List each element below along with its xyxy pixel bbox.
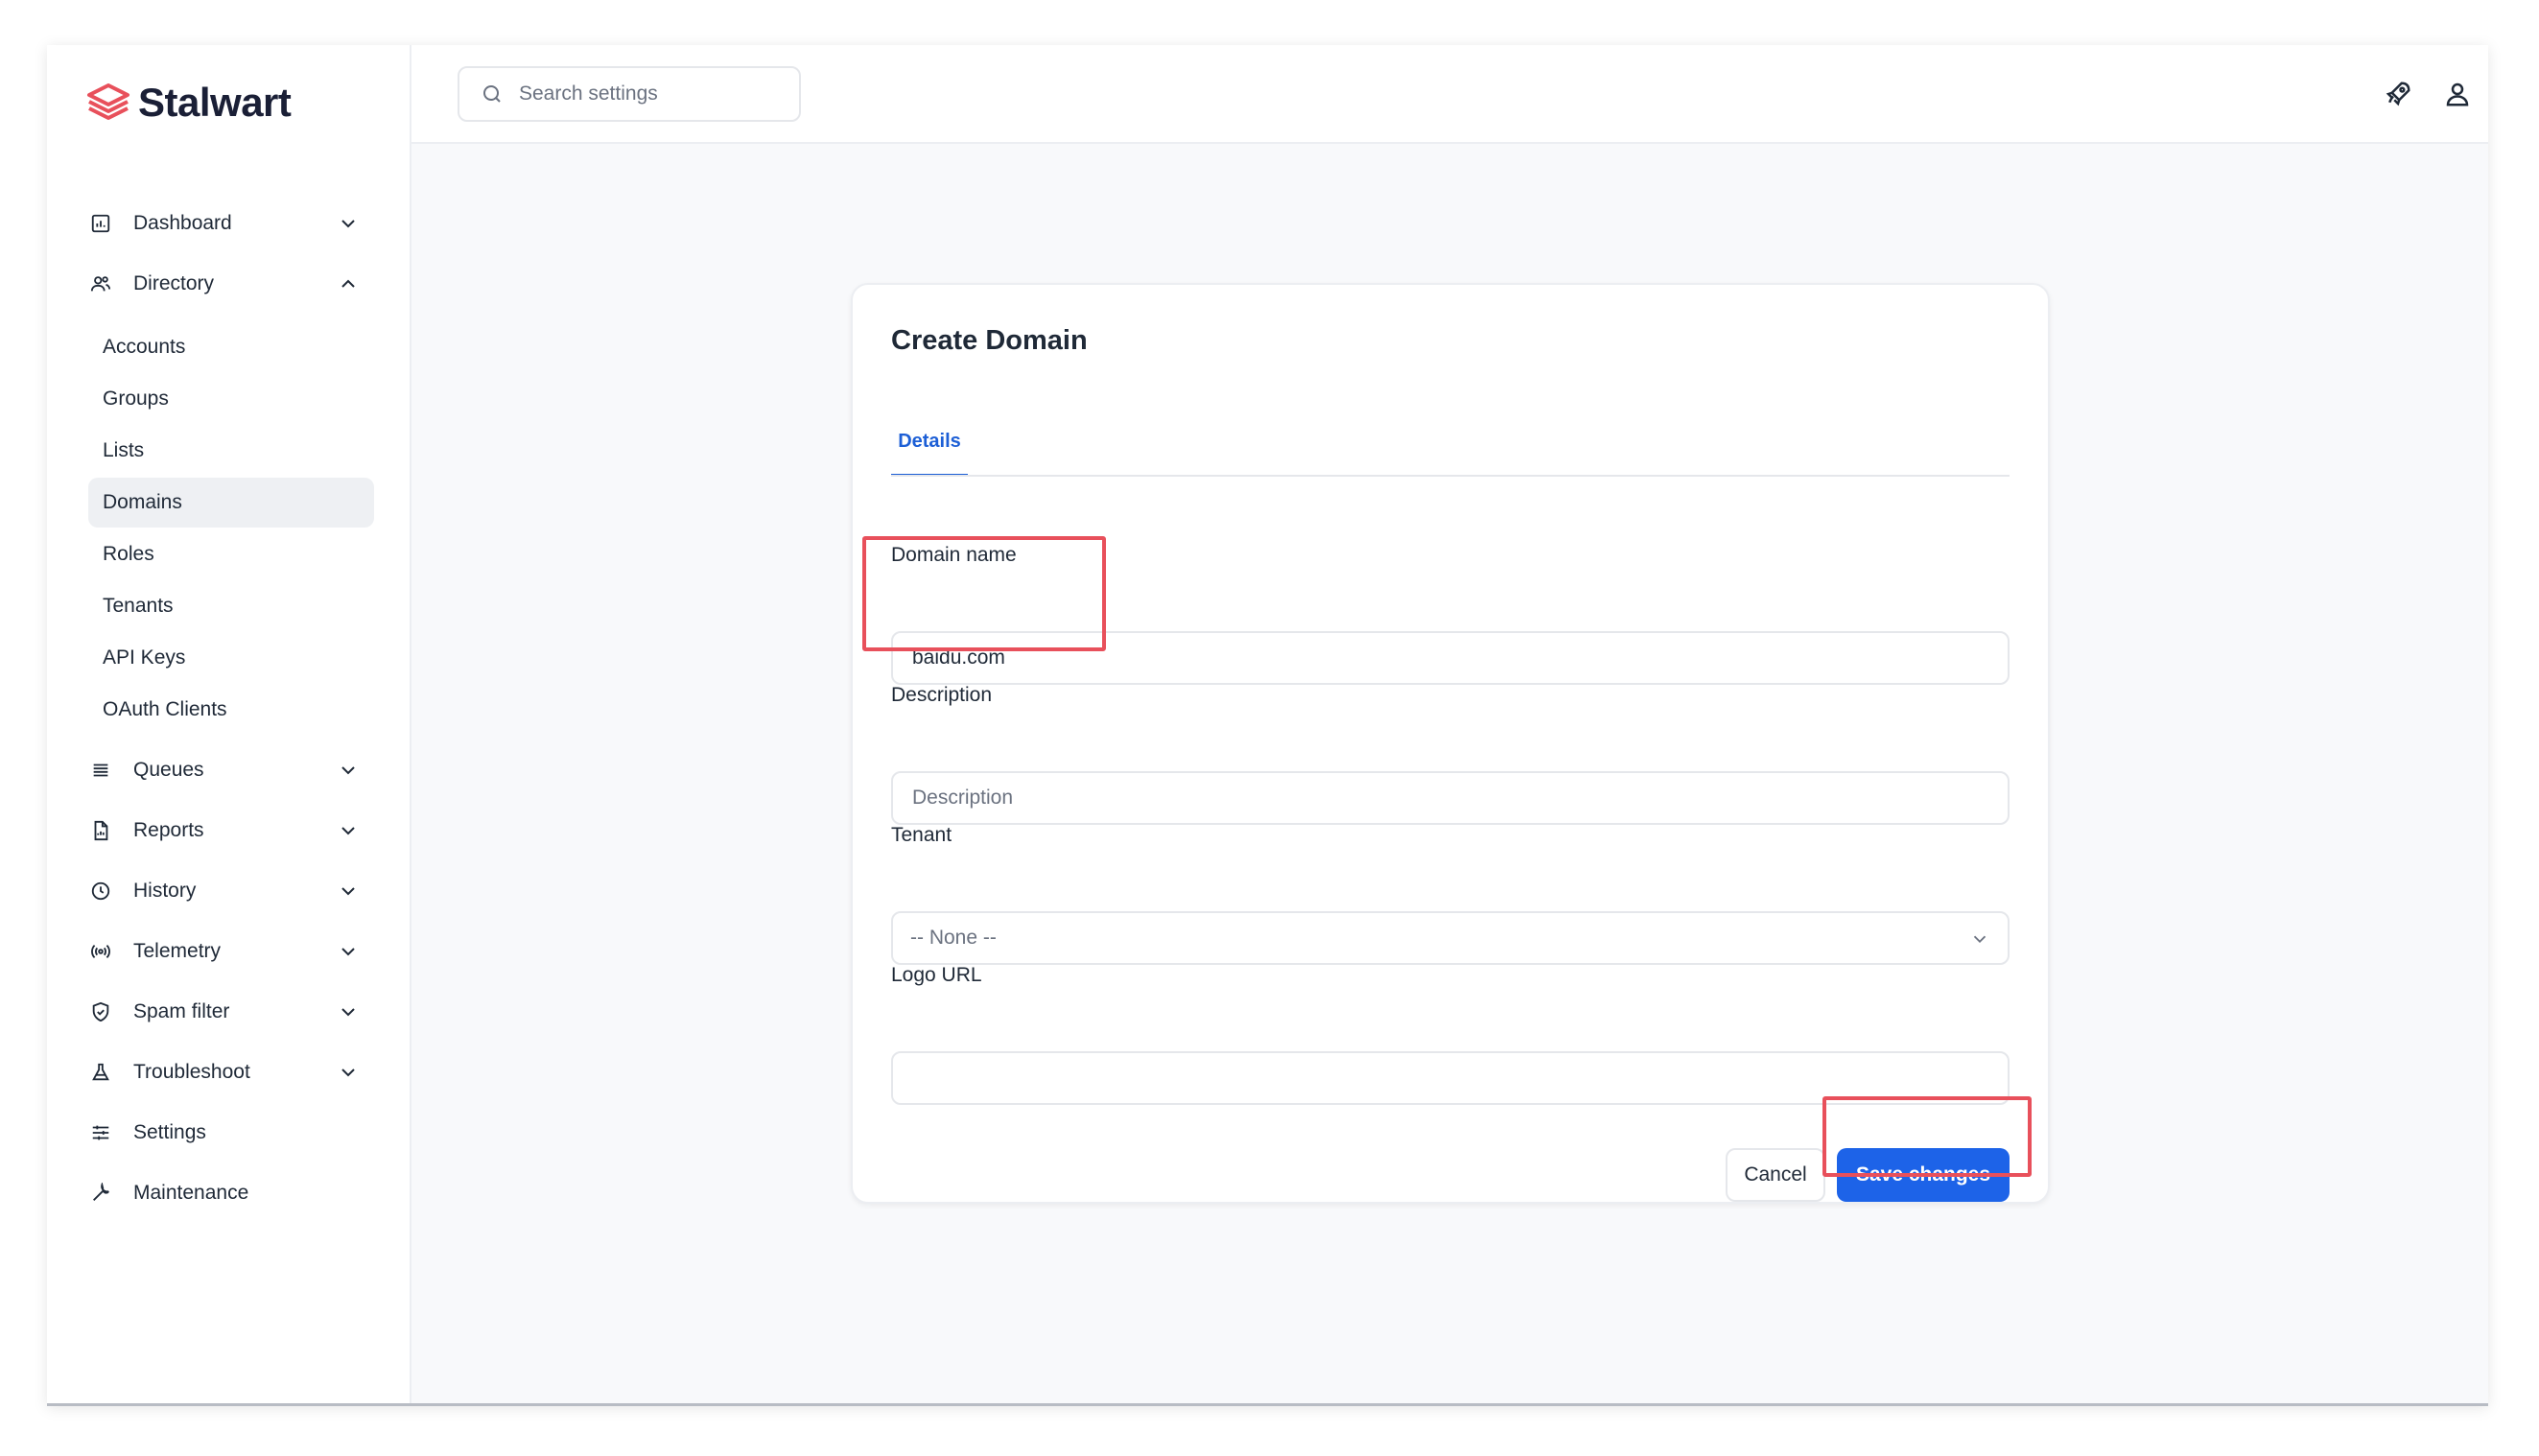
chevron-down-icon — [341, 766, 355, 775]
sidebar-item-spam-filter[interactable]: Spam filter — [86, 987, 374, 1037]
history-icon — [88, 879, 113, 904]
sidebar-item-label: Settings — [133, 1121, 206, 1143]
sidebar-subitem-roles[interactable]: Roles — [88, 529, 374, 579]
description-label: Description — [891, 684, 993, 706]
tenant-select[interactable]: -- None -- — [891, 911, 2010, 965]
chevron-down-icon — [341, 827, 355, 835]
logo-text: Stalwart — [138, 80, 292, 125]
telemetry-icon — [88, 939, 113, 964]
chevron-down-icon — [1973, 935, 1987, 944]
sidebar-item-maintenance[interactable]: Maintenance — [86, 1168, 374, 1218]
sidebar-item-label: Troubleshoot — [133, 1061, 250, 1083]
sidebar-item-label: History — [133, 880, 197, 902]
sidebar-subitem-label: Lists — [103, 439, 145, 461]
logo-url-label: Logo URL — [891, 964, 982, 986]
logo[interactable]: Stalwart — [86, 80, 292, 126]
sidebar-subitem-label: Tenants — [103, 595, 174, 617]
sidebar-item-label: Spam filter — [133, 1000, 230, 1022]
sidebar-subitem-accounts[interactable]: Accounts — [88, 322, 374, 372]
sidebar-subitem-tenants[interactable]: Tenants — [88, 581, 374, 631]
create-domain-card: Create Domain Details Domain name Descri… — [851, 283, 2050, 1204]
user-icon[interactable] — [2443, 80, 2472, 108]
sidebar-item-label: Queues — [133, 759, 204, 781]
domain-name-label: Domain name — [891, 544, 1017, 566]
page-title: Create Domain — [891, 325, 1088, 356]
sidebar-subitem-label: OAuth Clients — [103, 698, 227, 720]
search-icon — [483, 85, 501, 103]
sidebar-item-label: Directory — [133, 272, 215, 294]
directory-icon — [88, 271, 113, 296]
sidebar-item-label: Dashboard — [133, 212, 232, 234]
sidebar-item-directory[interactable]: Directory — [86, 259, 374, 309]
tenant-label: Tenant — [891, 824, 952, 846]
search-box[interactable] — [458, 66, 801, 122]
sidebar-subitem-label: Roles — [103, 543, 154, 565]
wrench-icon — [88, 1181, 113, 1206]
sidebar-item-label: Telemetry — [133, 940, 222, 962]
logo-url-input[interactable] — [910, 1066, 1969, 1091]
chevron-up-icon — [341, 279, 355, 288]
sidebar-subitem-oauth-clients[interactable]: OAuth Clients — [88, 685, 374, 735]
sidebar-item-label: Maintenance — [133, 1182, 249, 1204]
sidebar: Stalwart Dashboard Directory Accounts Gr… — [47, 45, 411, 1403]
app-window: Stalwart Dashboard Directory Accounts Gr… — [47, 45, 2488, 1406]
rocket-icon[interactable] — [2384, 80, 2412, 108]
sidebar-item-queues[interactable]: Queues — [86, 745, 374, 795]
chevron-down-icon — [341, 1008, 355, 1017]
chevron-down-icon — [341, 948, 355, 956]
stalwart-logo-icon — [87, 83, 129, 120]
shield-icon — [88, 999, 113, 1024]
sidebar-item-troubleshoot[interactable]: Troubleshoot — [86, 1047, 374, 1097]
sidebar-subitem-label: Domains — [103, 491, 182, 513]
reports-icon — [88, 818, 113, 843]
chevron-down-icon — [341, 220, 355, 228]
domain-name-field[interactable] — [891, 631, 2010, 685]
sidebar-item-telemetry[interactable]: Telemetry — [86, 927, 374, 976]
sidebar-subitem-api-keys[interactable]: API Keys — [88, 633, 374, 683]
tab-details[interactable]: Details — [891, 431, 968, 477]
sidebar-subitem-domains[interactable]: Domains — [88, 478, 374, 528]
chevron-down-icon — [341, 1069, 355, 1077]
sidebar-item-label: Reports — [133, 819, 204, 841]
logo-url-field[interactable] — [891, 1051, 2010, 1105]
description-input[interactable] — [910, 786, 1969, 810]
sidebar-subitem-label: Groups — [103, 387, 169, 410]
save-button[interactable]: Save changes — [1837, 1148, 2010, 1202]
tenant-selected-value: -- None -- — [910, 927, 997, 949]
queues-icon — [88, 758, 113, 783]
chevron-down-icon — [341, 887, 355, 896]
domain-name-input[interactable] — [910, 646, 1969, 670]
cancel-button[interactable]: Cancel — [1726, 1148, 1825, 1202]
description-field[interactable] — [891, 771, 2010, 825]
sidebar-subitem-groups[interactable]: Groups — [88, 374, 374, 424]
sliders-icon — [88, 1120, 113, 1145]
sidebar-item-reports[interactable]: Reports — [86, 806, 374, 856]
sidebar-item-history[interactable]: History — [86, 866, 374, 916]
topbar — [411, 45, 2488, 144]
search-input[interactable] — [517, 82, 780, 106]
sidebar-item-settings[interactable]: Settings — [86, 1108, 374, 1158]
sidebar-item-dashboard[interactable]: Dashboard — [86, 199, 374, 248]
tab-divider — [891, 475, 2010, 477]
sidebar-subitem-label: API Keys — [103, 646, 186, 669]
dashboard-icon — [88, 211, 113, 236]
flask-icon — [88, 1060, 113, 1085]
sidebar-subitem-lists[interactable]: Lists — [88, 426, 374, 476]
sidebar-subitem-label: Accounts — [103, 336, 186, 358]
